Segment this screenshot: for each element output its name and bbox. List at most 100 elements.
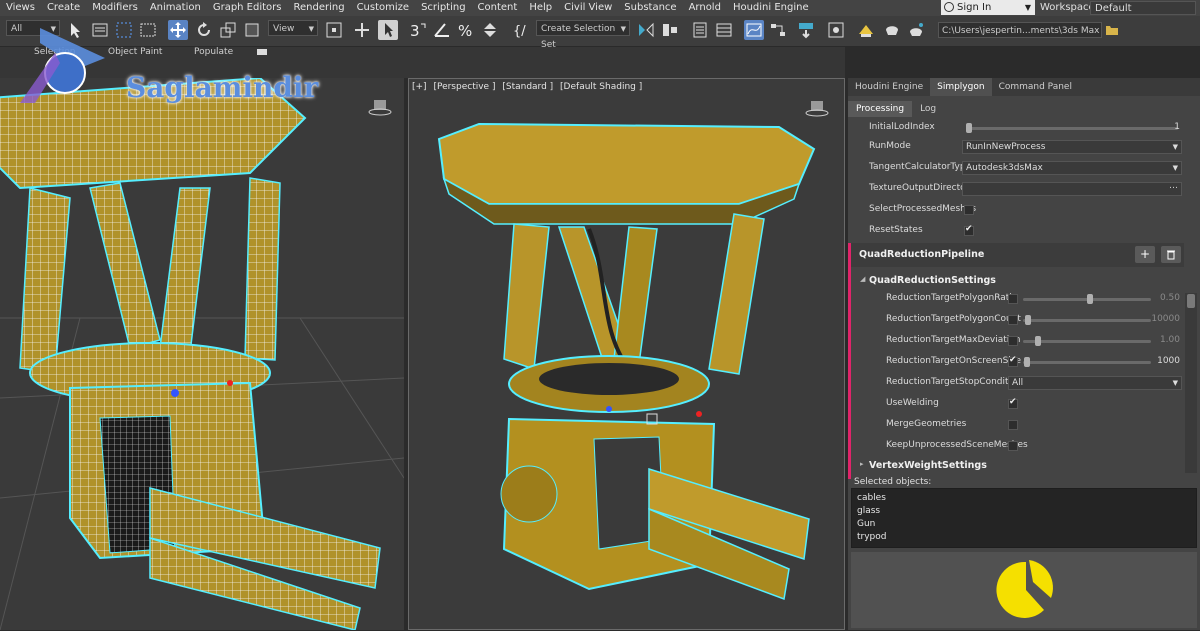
align-icon[interactable] xyxy=(660,20,680,40)
project-folder-icon[interactable] xyxy=(1104,22,1120,38)
prop-label: ReductionTargetStopCondition xyxy=(886,377,1023,387)
viewport-label-standard[interactable]: [Standard ] xyxy=(502,82,553,92)
properties-scrollbar[interactable] xyxy=(1185,293,1197,473)
menu-customize[interactable]: Customize xyxy=(351,0,416,16)
material-editor-icon[interactable] xyxy=(796,20,816,40)
viewport-label[interactable]: [+] [Perspective ] [Standard ] [Default … xyxy=(412,82,646,92)
render-setup-icon[interactable] xyxy=(826,20,846,40)
render-cloud-icon[interactable] xyxy=(906,20,926,40)
menu-help[interactable]: Help xyxy=(523,0,558,16)
menu-views[interactable]: Views xyxy=(0,0,41,16)
project-path-select[interactable]: C:\Users\jespertin...ments\3ds Max 2022 xyxy=(938,22,1102,38)
polygon-count-checkbox[interactable] xyxy=(1008,315,1018,325)
viewport-label-shading[interactable]: [Default Shading ] xyxy=(560,82,642,92)
selected-objects-list[interactable]: cables glass Gun trypod xyxy=(851,488,1197,548)
viewcube-icon[interactable] xyxy=(368,98,392,116)
workspace-select[interactable]: Default xyxy=(1090,1,1196,15)
menu-modifiers[interactable]: Modifiers xyxy=(86,0,144,16)
tab-processing[interactable]: Processing xyxy=(848,101,913,117)
tab-houdini-engine[interactable]: Houdini Engine xyxy=(848,78,930,96)
list-item[interactable]: cables xyxy=(857,493,886,503)
pivot-center-icon[interactable] xyxy=(324,20,344,40)
tab-simplygon[interactable]: Simplygon xyxy=(930,78,992,96)
menu-civil-view[interactable]: Civil View xyxy=(558,0,618,16)
add-icon[interactable]: + xyxy=(1135,246,1155,263)
slider-thumb[interactable] xyxy=(1025,315,1031,325)
keep-unprocessed-checkbox[interactable] xyxy=(1008,441,1018,451)
prop-label: UseWelding xyxy=(886,398,939,408)
panel-tabs: Houdini Engine Simplygon Command Panel xyxy=(848,78,1200,96)
prop-label: ResetStates xyxy=(869,225,923,235)
stop-condition-select[interactable]: All ▼ xyxy=(1008,376,1182,390)
keyboard-shortcut-override-icon[interactable] xyxy=(378,20,398,40)
select-and-manipulate-icon[interactable] xyxy=(352,20,372,40)
prop-use-welding: UseWelding xyxy=(848,394,1184,415)
sign-in-label: Sign In xyxy=(957,2,992,13)
menu-houdini-engine[interactable]: Houdini Engine xyxy=(727,0,815,16)
reset-states-checkbox[interactable] xyxy=(964,224,974,236)
render-frame-icon[interactable] xyxy=(856,20,876,40)
expand-triangle-icon[interactable]: ◢ xyxy=(860,275,865,283)
delete-icon[interactable] xyxy=(1161,246,1181,263)
on-screen-size-checkbox[interactable] xyxy=(1008,355,1018,367)
tab-command-panel[interactable]: Command Panel xyxy=(992,78,1079,96)
viewport-perspective[interactable]: [+] [Perspective ] [Standard ] [Default … xyxy=(408,78,845,630)
slider-thumb[interactable] xyxy=(1087,294,1093,304)
list-item[interactable]: trypod xyxy=(857,532,887,542)
scrollbar-thumb[interactable] xyxy=(1187,294,1195,308)
slider-thumb[interactable] xyxy=(1024,357,1030,367)
edit-named-selection-icon[interactable]: {/ xyxy=(510,20,530,40)
menu-content[interactable]: Content xyxy=(472,0,524,16)
polygon-ratio-value: 0.50 xyxy=(1159,293,1180,303)
slider-thumb[interactable] xyxy=(1035,336,1041,346)
menu-arnold[interactable]: Arnold xyxy=(683,0,727,16)
layer-explorer-icon[interactable] xyxy=(714,20,734,40)
texture-output-field[interactable]: … xyxy=(962,181,1182,196)
max-deviation-slider[interactable] xyxy=(1023,340,1151,343)
curve-editor-icon[interactable] xyxy=(744,20,764,40)
viewport-label-plus[interactable]: [+] xyxy=(412,82,427,92)
max-deviation-checkbox[interactable] xyxy=(1008,336,1018,346)
slider-thumb[interactable] xyxy=(966,123,972,133)
collapse-triangle-icon[interactable]: ▸ xyxy=(860,460,864,468)
polygon-ratio-checkbox[interactable] xyxy=(1008,294,1018,304)
named-selection-set-select[interactable]: Create Selection Set ▼ xyxy=(536,20,630,50)
svg-text:3: 3 xyxy=(410,22,420,40)
merge-geometries-checkbox[interactable] xyxy=(1008,420,1018,430)
polygon-count-slider[interactable] xyxy=(1023,319,1151,322)
chevron-down-icon: ▼ xyxy=(620,25,626,33)
schematic-view-icon[interactable] xyxy=(768,20,788,40)
spinner-snap-icon[interactable] xyxy=(480,20,500,40)
menu-rendering[interactable]: Rendering xyxy=(288,0,351,16)
tangent-calculator-select[interactable]: Autodesk3dsMax ▼ xyxy=(962,161,1182,175)
browse-icon[interactable]: … xyxy=(1169,181,1178,191)
select-processed-checkbox[interactable] xyxy=(964,205,974,215)
prop-keep-unprocessed: KeepUnprocessedSceneMeshes xyxy=(848,436,1184,457)
section-quad-reduction[interactable]: QuadReductionSettings xyxy=(869,275,996,286)
snaps-toggle-icon[interactable]: 3 xyxy=(408,20,428,40)
use-welding-checkbox[interactable] xyxy=(1008,397,1018,409)
render-production-icon[interactable] xyxy=(882,20,902,40)
menu-animation[interactable]: Animation xyxy=(144,0,207,16)
prop-initial-lod-index: InitialLodIndex 1 xyxy=(848,118,1184,139)
on-screen-size-slider[interactable] xyxy=(1023,361,1151,364)
list-item[interactable]: Gun xyxy=(857,519,875,529)
list-item[interactable]: glass xyxy=(857,506,880,516)
mirror-icon[interactable] xyxy=(636,20,656,40)
angle-snap-icon[interactable] xyxy=(432,20,452,40)
prop-label: ReductionTargetPolygonCount xyxy=(886,314,1021,324)
sign-in-dropdown[interactable]: Sign In ▼ xyxy=(941,0,1035,15)
viewport-label-view[interactable]: [Perspective ] xyxy=(433,82,495,92)
section-vertex-weight[interactable]: VertexWeightSettings xyxy=(869,460,987,471)
tab-log[interactable]: Log xyxy=(912,101,944,117)
menu-substance[interactable]: Substance xyxy=(618,0,682,16)
scene-explorer-icon[interactable] xyxy=(690,20,710,40)
menu-graph-editors[interactable]: Graph Editors xyxy=(207,0,288,16)
prop-label: ReductionTargetMaxDeviation xyxy=(886,335,1021,345)
menu-scripting[interactable]: Scripting xyxy=(415,0,471,16)
menu-create[interactable]: Create xyxy=(41,0,86,16)
viewport-wireframe[interactable] xyxy=(0,78,404,630)
percent-snap-icon[interactable]: % xyxy=(456,20,476,40)
viewcube-icon[interactable] xyxy=(805,99,829,117)
run-mode-select[interactable]: RunInNewProcess ▼ xyxy=(962,140,1182,154)
